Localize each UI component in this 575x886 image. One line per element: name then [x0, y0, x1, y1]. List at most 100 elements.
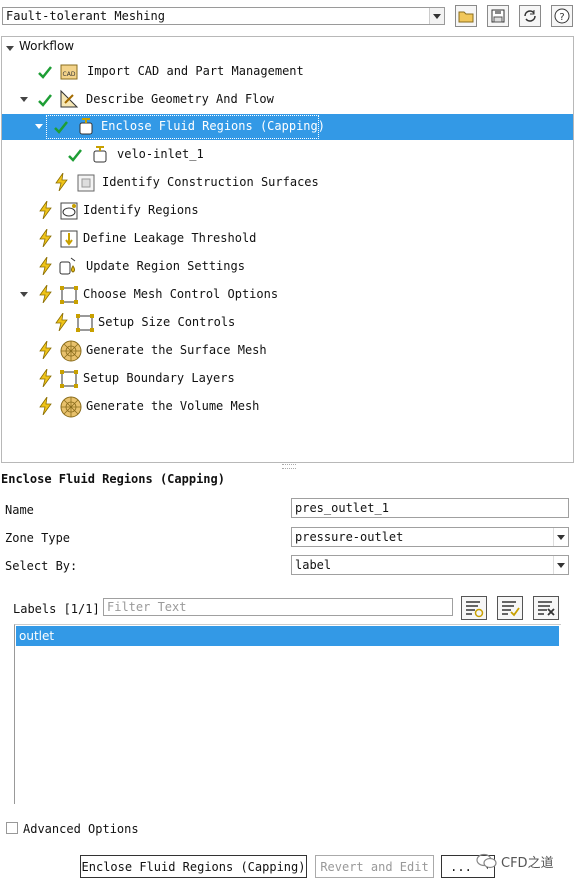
lightning-bolt-icon — [39, 201, 52, 219]
revert-and-edit-button[interactable]: Revert and Edit — [315, 855, 434, 878]
lightning-bolt-icon — [39, 369, 52, 387]
chevron-down-icon — [553, 556, 568, 574]
construction-surface-icon — [77, 174, 95, 192]
leakage-threshold-icon — [60, 230, 78, 248]
tree-item-label: Identify Regions — [83, 203, 199, 217]
lightning-bolt-icon — [39, 397, 52, 415]
regions-icon — [60, 202, 78, 220]
check-icon — [54, 121, 68, 134]
tree-item-velo-inlet[interactable]: velo-inlet_1 — [2, 142, 573, 168]
tree-item-identify-regions[interactable]: Identify Regions — [2, 198, 573, 224]
collapse-arrow-icon[interactable] — [6, 46, 14, 51]
check-icon — [38, 94, 52, 107]
boundary-layers-icon — [60, 370, 78, 388]
refresh-icon — [524, 10, 536, 22]
list-filter-icon — [466, 601, 484, 618]
tree-item-label: Setup Size Controls — [98, 315, 236, 329]
select-by-pattern-button[interactable] — [461, 596, 487, 620]
chevron-down-icon — [429, 8, 444, 24]
tree-item-label: Describe Geometry And Flow — [86, 92, 274, 106]
labels-list[interactable]: outlet — [14, 624, 561, 804]
filter-placeholder: Filter Text — [107, 600, 187, 614]
tree-item-choose-mesh-control-options[interactable]: Choose Mesh Control Options — [2, 282, 573, 308]
capping-icon — [93, 146, 107, 163]
deselect-all-button[interactable] — [533, 596, 559, 620]
capping-icon — [79, 118, 93, 135]
help-button[interactable]: ? — [551, 5, 573, 27]
watermark: CFD之道 — [476, 851, 572, 871]
lightning-bolt-icon — [39, 285, 52, 303]
tree-item-define-leakage-threshold[interactable]: Define Leakage Threshold — [2, 226, 573, 252]
name-input[interactable]: pres_outlet_1 — [291, 498, 569, 518]
enclose-fluid-regions-button[interactable]: Enclose Fluid Regions (Capping) — [80, 855, 307, 878]
tree-item-generate-volume-mesh[interactable]: Generate the Volume Mesh — [2, 394, 573, 420]
volume-mesh-icon — [60, 396, 82, 418]
enclose-fluid-regions-button-label: Enclose Fluid Regions (Capping) — [81, 860, 306, 874]
check-icon — [38, 66, 52, 79]
advanced-options-label: Advanced Options — [23, 822, 139, 836]
select-by-label: Select By: — [5, 559, 78, 573]
collapse-arrow-icon[interactable] — [20, 97, 28, 102]
tree-item-label: Generate the Surface Mesh — [86, 343, 267, 357]
tree-item-label: velo-inlet_1 — [117, 147, 204, 161]
tree-item-describe-geometry[interactable]: Describe Geometry And Flow — [2, 87, 573, 113]
lightning-bolt-icon — [39, 229, 52, 247]
tree-item-setup-boundary-layers[interactable]: Setup Boundary Layers — [2, 366, 573, 392]
splitter-handle[interactable] — [282, 464, 296, 469]
mesh-control-icon — [60, 286, 78, 304]
zone-type-select[interactable]: pressure-outlet — [291, 527, 569, 547]
tree-item-identify-construction-surfaces[interactable]: Identify Construction Surfaces — [2, 170, 573, 196]
save-button[interactable] — [487, 5, 509, 27]
wechat-icon — [476, 853, 497, 869]
tree-item-label: Identify Construction Surfaces — [102, 175, 319, 189]
cad-import-icon: CAD — [60, 64, 78, 80]
open-folder-button[interactable] — [455, 5, 477, 27]
task-panel-title: Enclose Fluid Regions (Capping) — [1, 472, 225, 486]
region-settings-icon — [59, 257, 76, 275]
workflow-tree: Workflow CAD Import CAD and Part Managem… — [1, 36, 574, 463]
list-item-label: outlet — [19, 629, 55, 643]
workflow-select-value: Fault-tolerant Meshing — [6, 9, 165, 23]
collapse-arrow-icon[interactable] — [20, 292, 28, 297]
list-item[interactable]: outlet — [16, 626, 559, 646]
svg-text:CAD: CAD — [63, 71, 76, 78]
svg-text:?: ? — [559, 12, 564, 23]
tree-item-setup-size-controls[interactable]: Setup Size Controls — [2, 310, 573, 336]
tree-item-generate-surface-mesh[interactable]: Generate the Surface Mesh — [2, 338, 573, 364]
refresh-button[interactable] — [519, 5, 541, 27]
select-all-button[interactable] — [497, 596, 523, 620]
surface-mesh-icon — [60, 340, 82, 362]
folder-icon — [458, 11, 474, 23]
name-input-value: pres_outlet_1 — [295, 501, 389, 515]
geometry-ruler-icon — [60, 89, 79, 108]
lightning-bolt-icon — [39, 257, 52, 275]
zone-type-value: pressure-outlet — [295, 530, 404, 544]
list-clear-icon — [538, 601, 555, 616]
size-controls-icon — [76, 314, 94, 332]
lightning-bolt-icon — [55, 173, 68, 191]
tree-item-label: Choose Mesh Control Options — [83, 287, 279, 301]
workflow-select[interactable]: Fault-tolerant Meshing — [2, 7, 445, 25]
tree-item-update-region-settings[interactable]: Update Region Settings — [2, 254, 573, 280]
tree-item-label: Setup Boundary Layers — [83, 371, 235, 385]
filter-text-input[interactable]: Filter Text — [103, 598, 453, 616]
save-icon — [491, 9, 505, 23]
revert-and-edit-button-label: Revert and Edit — [320, 860, 429, 874]
check-icon — [68, 149, 82, 162]
tree-root-label: Workflow — [19, 39, 75, 53]
lightning-bolt-icon — [39, 341, 52, 359]
advanced-options-checkbox[interactable] — [6, 822, 18, 834]
tree-item-label: Generate the Volume Mesh — [86, 399, 260, 413]
tree-item-import-cad[interactable]: CAD Import CAD and Part Management — [2, 59, 573, 85]
labels-heading: Labels [1/1] — [13, 602, 100, 616]
select-by-value: label — [295, 558, 332, 572]
lightning-bolt-icon — [55, 313, 68, 331]
zone-type-label: Zone Type — [5, 531, 71, 545]
select-by-select[interactable]: label — [291, 555, 569, 575]
more-options-label: ... — [450, 860, 472, 874]
tree-item-enclose-fluid-regions[interactable]: Enclose Fluid Regions (Capping) — [2, 114, 573, 140]
chevron-down-icon — [553, 528, 568, 546]
collapse-arrow-icon[interactable] — [35, 124, 43, 129]
tree-item-label: Update Region Settings — [86, 259, 245, 273]
list-check-icon — [502, 601, 520, 617]
